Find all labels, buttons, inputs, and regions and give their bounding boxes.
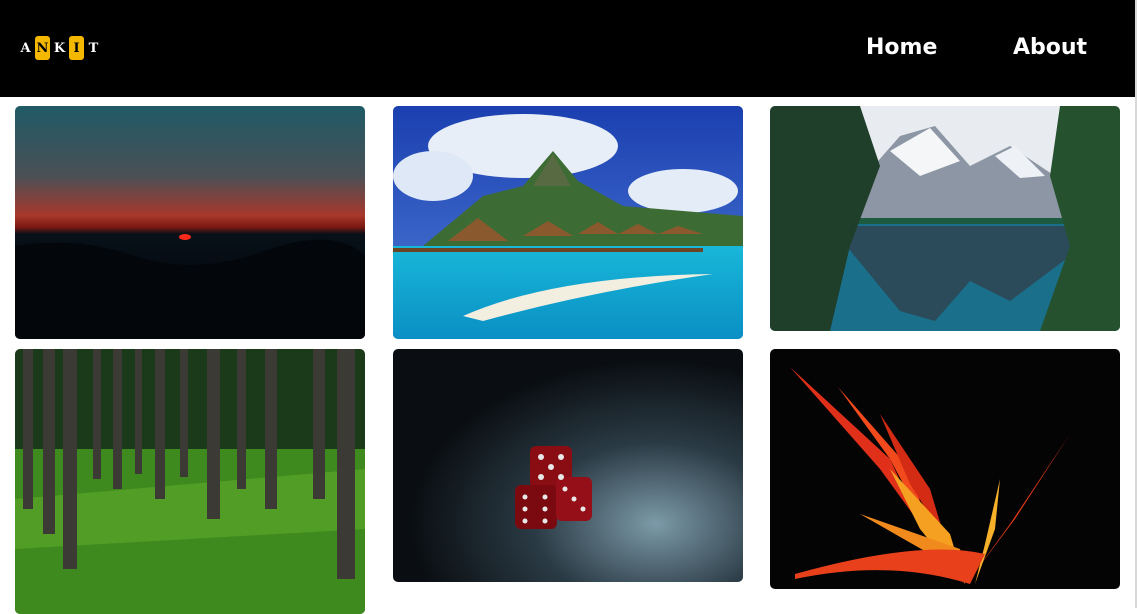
logo-letter: T	[88, 40, 99, 56]
nav-about-link[interactable]: About	[1013, 35, 1087, 60]
brand-logo[interactable]: A N K I T	[18, 36, 101, 60]
mountain-lake-photo	[770, 106, 1120, 331]
gallery-card-dice[interactable]	[393, 349, 743, 582]
bird-of-paradise-flower-photo	[770, 349, 1120, 589]
dice-photo	[393, 349, 743, 582]
logo-letter: K	[53, 40, 66, 56]
gallery-card-palm-forest[interactable]	[15, 349, 365, 614]
gallery-card-sunset[interactable]	[15, 106, 365, 339]
logo-letter: N	[35, 36, 50, 60]
tropical-island-photo	[393, 106, 743, 339]
nav-home-link[interactable]: Home	[866, 35, 937, 60]
logo-letter: I	[69, 36, 84, 60]
sunset-photo	[15, 106, 365, 339]
top-navbar: A N K I T Home About	[0, 0, 1135, 97]
logo-letter: A	[20, 40, 31, 56]
gallery-card-island[interactable]	[393, 106, 743, 339]
gallery-card-mountain-lake[interactable]	[770, 106, 1120, 331]
palm-forest-photo	[15, 349, 365, 614]
gallery-card-flower[interactable]	[770, 349, 1120, 589]
